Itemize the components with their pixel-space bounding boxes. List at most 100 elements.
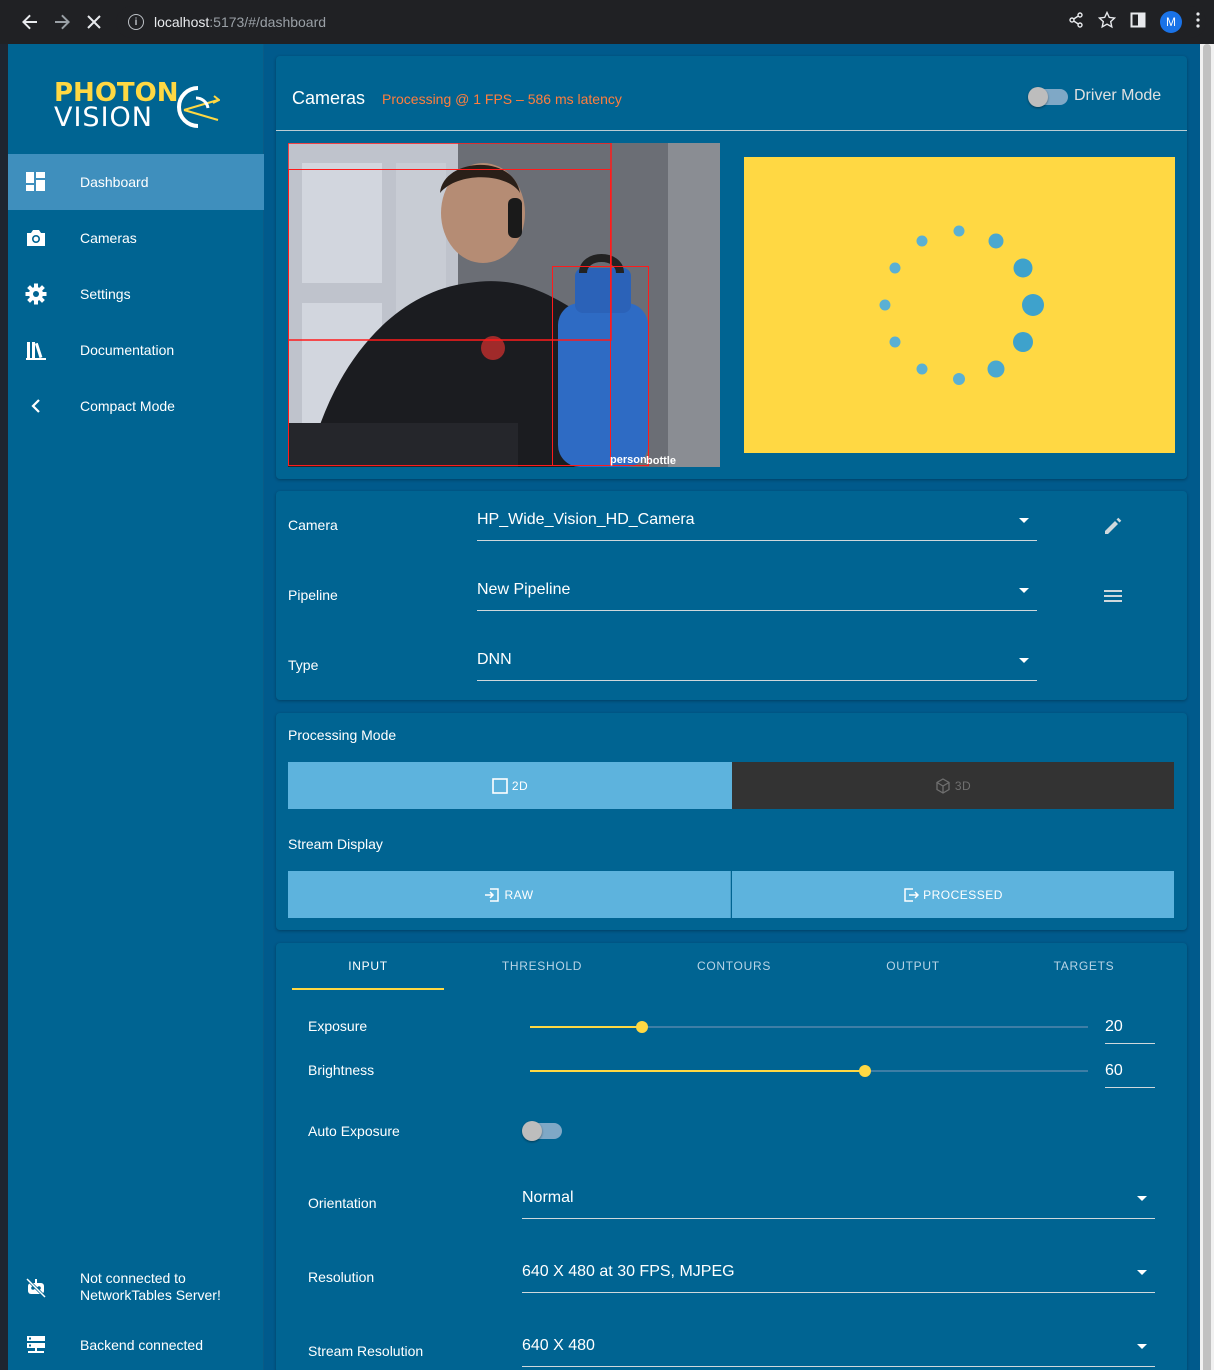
chevron-down-icon xyxy=(1019,518,1029,523)
type-select-value: DNN xyxy=(477,651,512,668)
networktables-status: Not connected to NetworkTables Server! xyxy=(8,1269,264,1309)
brightness-input[interactable]: 60 xyxy=(1105,1054,1155,1088)
pipeline-select-value: New Pipeline xyxy=(477,581,571,598)
auto-exposure-switch[interactable] xyxy=(522,1121,562,1141)
auto-exposure-label: Auto Exposure xyxy=(308,1123,400,1139)
pencil-edit-icon[interactable] xyxy=(1102,515,1124,537)
camera-select[interactable]: HP_Wide_Vision_HD_Camera xyxy=(477,505,1037,541)
cube-outline-icon xyxy=(936,777,950,794)
server-icon xyxy=(27,1336,45,1353)
brightness-slider-fill xyxy=(530,1070,865,1072)
pipeline-label: Pipeline xyxy=(288,587,338,603)
active-tab-indicator xyxy=(292,988,444,990)
exposure-slider[interactable] xyxy=(530,1021,1088,1033)
stream-resolution-label: Stream Resolution xyxy=(308,1343,424,1359)
logo-text-bottom: VISION xyxy=(54,102,153,133)
tab-targets-label: TARGETS xyxy=(1053,959,1115,973)
chevron-down-icon xyxy=(1019,588,1029,593)
side-panel-icon[interactable] xyxy=(1130,12,1146,33)
tab-threshold-label: THRESHOLD xyxy=(501,959,583,973)
nav-settings[interactable]: Settings xyxy=(8,266,264,322)
processed-stream-label: PROCESSED xyxy=(923,887,1003,902)
tab-threshold[interactable]: THRESHOLD xyxy=(466,959,618,991)
networktables-status-line1: Not connected to xyxy=(80,1270,186,1286)
orientation-label: Orientation xyxy=(308,1195,377,1211)
processing-mode-label: Processing Mode xyxy=(288,727,397,743)
browser-toolbar: i localhost:5173/#/dashboard M xyxy=(0,0,1214,44)
stop-loading-icon[interactable] xyxy=(78,6,110,38)
bottle-bounding-box xyxy=(552,266,649,466)
nav-compact-mode-label: Compact Mode xyxy=(80,398,175,414)
exposure-slider-fill xyxy=(530,1026,642,1028)
card-divider xyxy=(276,130,1187,131)
nav-dashboard[interactable]: Dashboard xyxy=(8,154,264,210)
scrollbar-thumb[interactable] xyxy=(1203,44,1211,1370)
photonvision-logo: PHOTON VISION xyxy=(54,78,224,134)
page-scrollbar[interactable] xyxy=(1200,44,1214,1370)
exposure-slider-thumb[interactable] xyxy=(635,1021,648,1033)
chevron-down-icon xyxy=(1137,1344,1147,1349)
nav-dashboard-label: Dashboard xyxy=(80,174,149,190)
raw-stream-button[interactable]: RAW xyxy=(288,871,731,918)
address-bar[interactable]: i localhost:5173/#/dashboard xyxy=(116,6,1206,38)
resolution-select-value: 640 X 480 at 30 FPS, MJPEG xyxy=(522,1263,735,1280)
driver-mode-switch[interactable] xyxy=(1028,87,1068,107)
pipeline-tabs-card: INPUT THRESHOLD CONTOURS OUTPUT TARGETS … xyxy=(276,943,1187,1370)
mode-2d-button[interactable]: 2D xyxy=(288,762,732,809)
tab-output[interactable]: OUTPUT xyxy=(837,959,989,991)
tab-input-label: INPUT xyxy=(348,959,388,973)
exposure-value: 20 xyxy=(1105,1018,1123,1035)
chevron-down-icon xyxy=(1137,1196,1147,1201)
forward-icon[interactable] xyxy=(46,6,78,38)
bookmark-star-icon[interactable] xyxy=(1097,10,1117,34)
resolution-label: Resolution xyxy=(308,1269,375,1285)
sidebar: PHOTON VISION Dashboard Cameras Settings… xyxy=(8,44,264,1370)
stream-resolution-select[interactable]: 640 X 480 xyxy=(522,1331,1155,1367)
backend-status: Backend connected xyxy=(8,1334,264,1358)
chevron-left-icon xyxy=(31,399,40,413)
loading-spinner-icon xyxy=(879,225,1044,385)
camera-icon xyxy=(27,230,45,246)
orientation-select[interactable]: Normal xyxy=(522,1183,1155,1219)
left-window-edge xyxy=(0,44,8,1370)
share-icon[interactable] xyxy=(1068,11,1084,33)
nav-cameras[interactable]: Cameras xyxy=(8,210,264,266)
mode-3d-button[interactable]: 3D xyxy=(732,762,1174,809)
chevron-down-icon xyxy=(1019,658,1029,663)
tab-input[interactable]: INPUT xyxy=(292,959,444,991)
nav-settings-label: Settings xyxy=(80,286,131,302)
nav-compact-mode[interactable]: Compact Mode xyxy=(8,378,264,434)
modes-card: Processing Mode 2D 3D Stream Display RAW… xyxy=(276,713,1187,930)
mode-3d-label: 3D xyxy=(954,778,972,793)
brightness-slider[interactable] xyxy=(530,1065,1088,1077)
processed-stream-button[interactable]: PROCESSED xyxy=(732,871,1174,918)
nav-documentation[interactable]: Documentation xyxy=(8,322,264,378)
camera-config-card: Camera HP_Wide_Vision_HD_Camera Pipeline… xyxy=(276,491,1187,700)
pipeline-select[interactable]: New Pipeline xyxy=(477,575,1037,611)
gear-icon xyxy=(25,283,47,305)
more-menu-icon[interactable] xyxy=(1196,11,1200,33)
orientation-select-value: Normal xyxy=(522,1189,574,1206)
dashboard-icon xyxy=(26,172,45,191)
profile-avatar[interactable]: M xyxy=(1160,11,1182,33)
type-select[interactable]: DNN xyxy=(477,645,1037,681)
tab-targets[interactable]: TARGETS xyxy=(1008,959,1160,991)
type-label: Type xyxy=(288,657,319,673)
processing-status: Processing @ 1 FPS – 586 ms latency xyxy=(382,91,622,107)
exposure-label: Exposure xyxy=(308,1018,368,1034)
stream-resolution-select-value: 640 X 480 xyxy=(522,1337,595,1354)
brightness-value: 60 xyxy=(1105,1062,1123,1079)
import-icon xyxy=(485,887,500,902)
back-icon[interactable] xyxy=(14,6,46,38)
mode-2d-label: 2D xyxy=(511,778,529,793)
export-icon xyxy=(904,887,920,902)
tab-contours[interactable]: CONTOURS xyxy=(658,959,810,991)
cameras-card: Cameras Processing @ 1 FPS – 586 ms late… xyxy=(276,56,1187,479)
menu-icon[interactable] xyxy=(1102,585,1124,607)
site-info-icon[interactable]: i xyxy=(128,14,144,30)
robot-disconnected-icon xyxy=(25,1277,47,1299)
exposure-input[interactable]: 20 xyxy=(1105,1010,1155,1044)
resolution-select[interactable]: 640 X 480 at 30 FPS, MJPEG xyxy=(522,1257,1155,1293)
brightness-slider-thumb[interactable] xyxy=(858,1065,871,1077)
cameras-card-title: Cameras xyxy=(292,88,366,108)
